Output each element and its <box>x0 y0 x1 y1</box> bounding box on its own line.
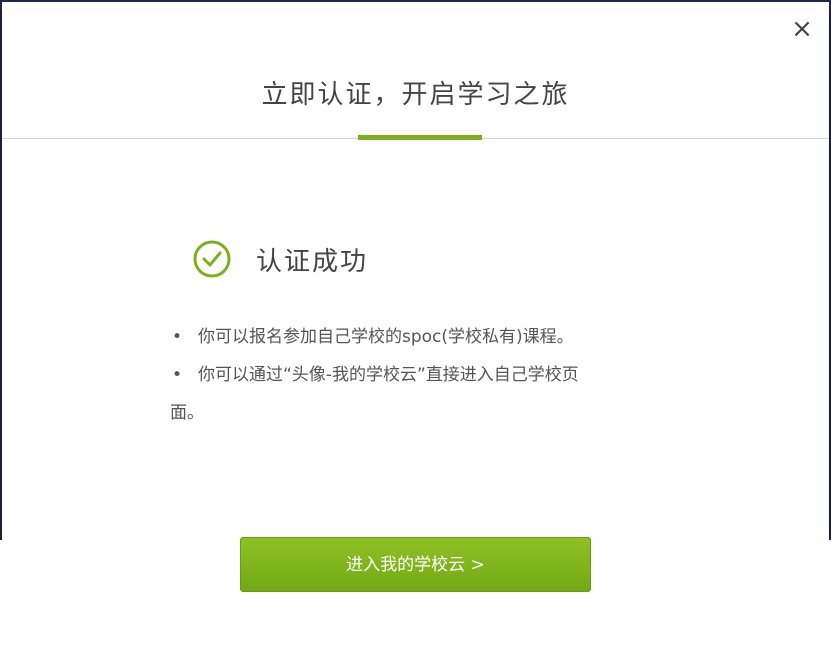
list-item: • 你可以通过“头像-我的学校云”直接进入自己学校页 面。 <box>170 356 640 432</box>
enter-school-cloud-button[interactable]: 进入我的学校云 > <box>240 537 591 592</box>
info-text-spoc: 你可以报名参加自己学校的spoc(学校私有)课程。 <box>198 327 574 347</box>
info-text-avatar-path: 你可以通过“头像-我的学校云”直接进入自己学校页 <box>198 365 579 385</box>
bullet-icon: • <box>172 327 183 347</box>
close-icon[interactable]: × <box>789 16 815 42</box>
success-status: 认证成功 <box>192 238 368 280</box>
list-item: • 你可以报名参加自己学校的spoc(学校私有)课程。 <box>170 318 640 356</box>
dialog-title: 立即认证，开启学习之旅 <box>261 80 570 110</box>
info-text-avatar-path-continued: 面。 <box>170 403 204 423</box>
bullet-icon: • <box>172 365 183 385</box>
title-underline-accent <box>358 135 482 140</box>
dialog-header: 立即认证，开启学习之旅 <box>2 2 829 140</box>
info-list: • 你可以报名参加自己学校的spoc(学校私有)课程。 • 你可以通过“头像-我… <box>170 318 640 432</box>
check-circle-icon <box>193 240 231 278</box>
success-label: 认证成功 <box>256 246 369 277</box>
verification-dialog: 立即认证，开启学习之旅 × 认证成功 • 你可以报名参加自己学校的spoc(学校… <box>2 2 829 656</box>
